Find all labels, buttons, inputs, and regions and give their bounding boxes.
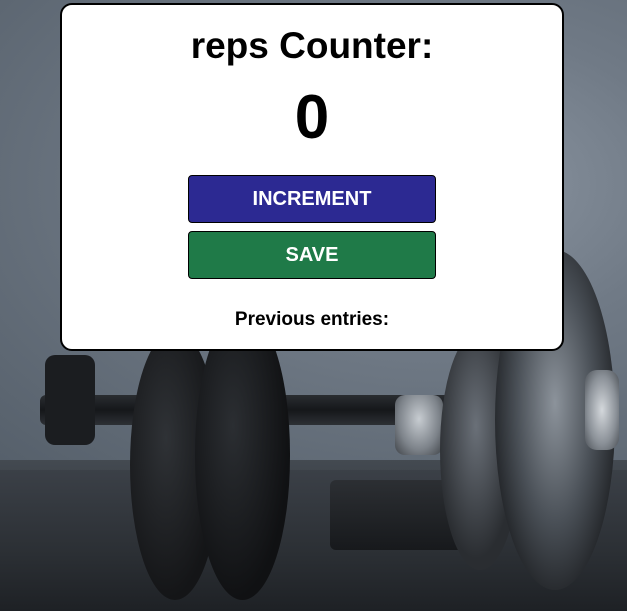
dumbbell-collar-left — [45, 355, 95, 445]
dumbbell-hub-right — [585, 370, 619, 450]
dumbbell-nut-right — [395, 395, 443, 455]
app-viewport: reps Counter: 0 INCREMENT SAVE Previous … — [0, 0, 627, 611]
increment-button[interactable]: INCREMENT — [188, 175, 436, 223]
save-button[interactable]: SAVE — [188, 231, 436, 279]
dumbbell-plate-left-inner — [195, 310, 290, 600]
previous-entries-label: Previous entries: — [234, 309, 390, 330]
counter-value: 0 — [294, 83, 330, 152]
counter-card: reps Counter: 0 INCREMENT SAVE Previous … — [60, 3, 564, 351]
counter-title: reps Counter: — [190, 25, 434, 66]
